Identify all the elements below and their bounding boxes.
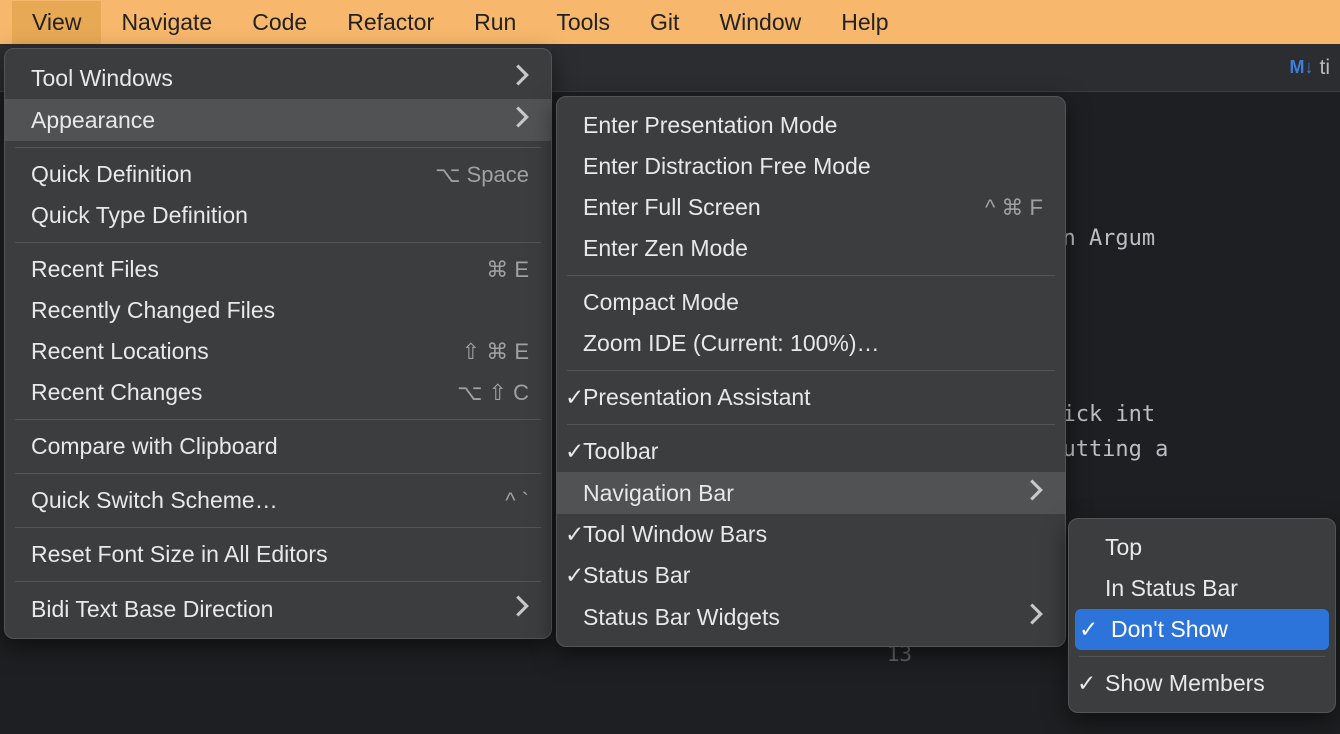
check-icon: ✓ [1079,616,1097,643]
menu-item-label: Compact Mode [583,289,1043,316]
markdown-icon: M↓ [1290,57,1314,78]
menubar-item-help[interactable]: Help [821,1,908,44]
menu-separator [15,473,541,474]
menu-item-dont-show[interactable]: ✓ Don't Show [1075,609,1329,650]
menubar-item-code[interactable]: Code [232,1,327,44]
menubar-item-refactor[interactable]: Refactor [327,1,454,44]
chevron-right-icon [1029,603,1043,631]
menu-item-label: Recent Locations [31,338,462,365]
menu-item-label: Top [1095,534,1313,561]
menu-item-label: Enter Full Screen [583,194,985,221]
appearance-menu: Enter Presentation Mode Enter Distractio… [556,96,1066,647]
menubar-item-view[interactable]: View [12,1,101,44]
menu-item-label: Compare with Clipboard [31,433,529,460]
menu-item-label: Quick Switch Scheme… [31,487,505,514]
menu-separator [15,527,541,528]
editor-tab[interactable]: M↓ ti [1290,56,1331,80]
menu-item-label: Recent Changes [31,379,457,406]
menu-item-label: Presentation Assistant [583,384,1043,411]
menu-item-quick-type-definition[interactable]: Quick Type Definition [5,195,551,236]
menu-separator [567,275,1055,276]
menu-item-label: Enter Distraction Free Mode [583,153,1043,180]
chevron-right-icon [515,64,529,92]
view-menu: Tool Windows Appearance Quick Definition… [4,48,552,639]
menubar-item-run[interactable]: Run [454,1,536,44]
menu-item-label: Show Members [1095,670,1313,697]
menu-item-tool-window-bars[interactable]: ✓ Tool Window Bars [557,514,1065,555]
menu-item-top[interactable]: Top [1069,527,1335,568]
menu-item-enter-zen-mode[interactable]: Enter Zen Mode [557,228,1065,269]
check-icon: ✓ [1077,670,1095,697]
check-icon: ✓ [565,384,583,411]
check-icon: ✓ [565,521,583,548]
menu-item-label: Enter Zen Mode [583,235,1043,262]
menu-item-label: Bidi Text Base Direction [31,596,515,623]
menu-item-label: Appearance [31,107,515,134]
menu-item-label: Tool Windows [31,65,515,92]
menu-item-label: Tool Window Bars [583,521,1043,548]
chevron-right-icon [515,595,529,623]
chevron-right-icon [1029,479,1043,507]
menu-item-quick-definition[interactable]: Quick Definition ⌥ Space [5,154,551,195]
menu-item-label: Navigation Bar [583,480,1029,507]
menu-item-enter-presentation-mode[interactable]: Enter Presentation Mode [557,105,1065,146]
menu-item-compare-clipboard[interactable]: Compare with Clipboard [5,426,551,467]
menu-item-label: Reset Font Size in All Editors [31,541,529,568]
menu-item-label: Status Bar [583,562,1043,589]
menu-item-compact-mode[interactable]: Compact Mode [557,282,1065,323]
menu-item-recent-files[interactable]: Recent Files ⌘ E [5,249,551,290]
menu-item-label: Zoom IDE (Current: 100%)… [583,330,1043,357]
menu-item-reset-font-size[interactable]: Reset Font Size in All Editors [5,534,551,575]
menu-item-enter-distraction-free[interactable]: Enter Distraction Free Mode [557,146,1065,187]
menu-item-label: Don't Show [1101,616,1307,643]
menu-item-appearance[interactable]: Appearance [5,99,551,141]
menu-item-label: Status Bar Widgets [583,604,1029,631]
menu-separator [15,147,541,148]
menu-shortcut: ⌥ Space [435,162,529,188]
menu-item-toolbar[interactable]: ✓ Toolbar [557,431,1065,472]
menu-separator [15,419,541,420]
menu-item-recent-locations[interactable]: Recent Locations ⇧ ⌘ E [5,331,551,372]
check-icon: ✓ [565,562,583,589]
chevron-right-icon [515,106,529,134]
menubar: View Navigate Code Refactor Run Tools Gi… [0,0,1340,44]
menu-separator [567,370,1055,371]
menu-item-enter-full-screen[interactable]: Enter Full Screen ^ ⌘ F [557,187,1065,228]
menu-item-label: Quick Definition [31,161,435,188]
menu-item-label: Toolbar [583,438,1043,465]
menu-item-label: In Status Bar [1095,575,1313,602]
menu-separator [1079,656,1325,657]
menu-item-tool-windows[interactable]: Tool Windows [5,57,551,99]
navigation-bar-menu: Top In Status Bar ✓ Don't Show ✓ Show Me… [1068,518,1336,713]
menubar-item-window[interactable]: Window [699,1,821,44]
menu-item-label: Quick Type Definition [31,202,529,229]
menu-shortcut: ^ ` [505,488,529,514]
menu-item-label: Recent Files [31,256,486,283]
menu-shortcut: ^ ⌘ F [985,195,1043,221]
menu-item-label: Enter Presentation Mode [583,112,1043,139]
menu-separator [567,424,1055,425]
menu-item-recently-changed-files[interactable]: Recently Changed Files [5,290,551,331]
menubar-item-navigate[interactable]: Navigate [101,1,232,44]
menubar-item-tools[interactable]: Tools [536,1,630,44]
menu-item-zoom-ide[interactable]: Zoom IDE (Current: 100%)… [557,323,1065,364]
menu-item-recent-changes[interactable]: Recent Changes ⌥ ⇧ C [5,372,551,413]
menubar-item-git[interactable]: Git [630,1,699,44]
menu-item-quick-switch-scheme[interactable]: Quick Switch Scheme… ^ ` [5,480,551,521]
menu-separator [15,242,541,243]
menu-item-navigation-bar[interactable]: Navigation Bar [557,472,1065,514]
menu-item-bidi-text[interactable]: Bidi Text Base Direction [5,588,551,630]
menu-shortcut: ⌥ ⇧ C [457,380,529,406]
menu-item-status-bar[interactable]: ✓ Status Bar [557,555,1065,596]
menu-item-presentation-assistant[interactable]: ✓ Presentation Assistant [557,377,1065,418]
check-icon: ✓ [565,438,583,465]
menu-shortcut: ⇧ ⌘ E [462,339,529,365]
menu-shortcut: ⌘ E [486,257,529,283]
tab-filename: ti [1320,56,1331,80]
menu-item-show-members[interactable]: ✓ Show Members [1069,663,1335,704]
menu-item-status-bar-widgets[interactable]: Status Bar Widgets [557,596,1065,638]
menu-item-in-status-bar[interactable]: In Status Bar [1069,568,1335,609]
menu-separator [15,581,541,582]
menu-item-label: Recently Changed Files [31,297,529,324]
